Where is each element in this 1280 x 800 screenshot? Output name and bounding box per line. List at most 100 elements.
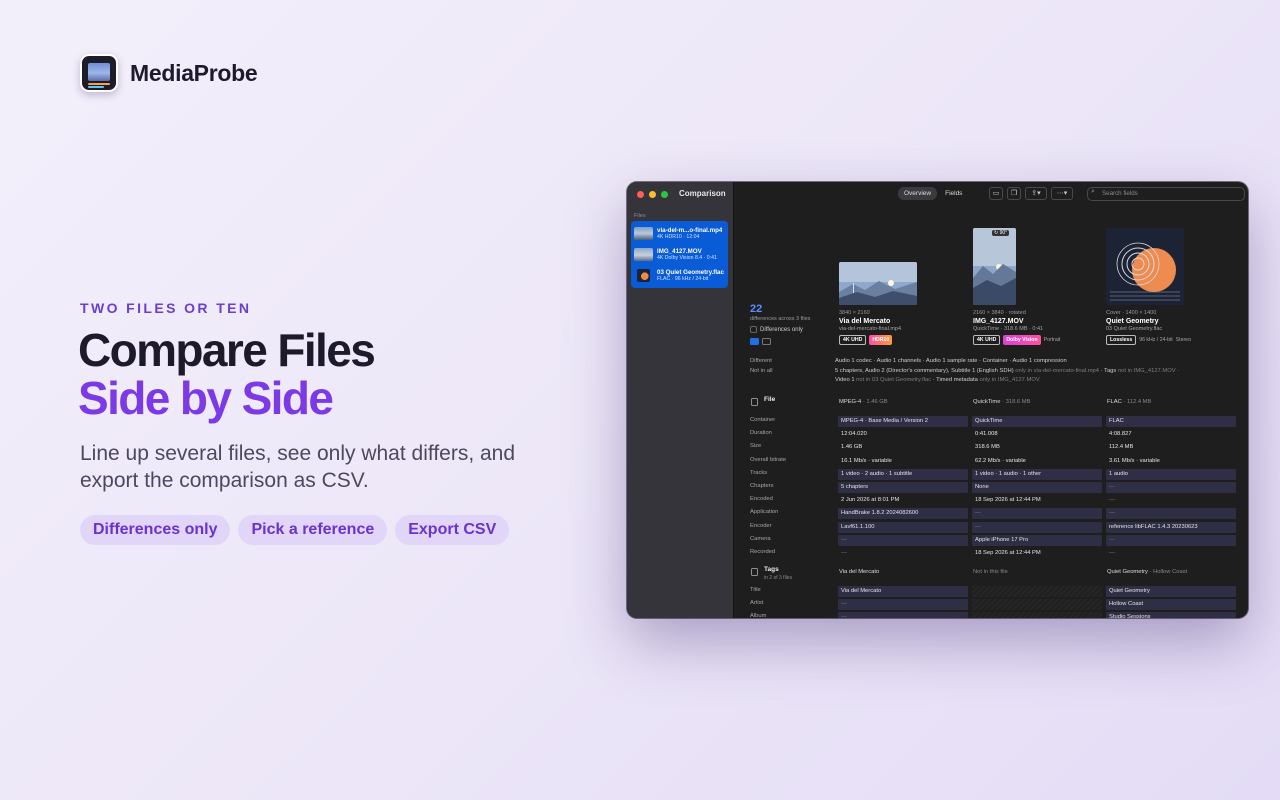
file-name: 03 Quiet Geometry.flac xyxy=(657,269,724,276)
row-value: Quiet Geometry xyxy=(1106,586,1236,597)
row-value: 5 chapters xyxy=(838,481,968,493)
column-dims: Cover · 1400 × 1400 xyxy=(1106,310,1157,316)
tab-overview[interactable]: Overview xyxy=(898,187,938,200)
row-label: Container xyxy=(750,417,776,423)
table-row: Album — Studio Sessions xyxy=(750,611,1236,618)
table-row: Duration 12:04.020 0:41.008 4:08.827 xyxy=(750,428,1234,441)
share-icon[interactable]: ⇪▾ xyxy=(1025,187,1047,200)
table-row: Application HandBrake 1.8.2 2024082600 — — xyxy=(750,507,1236,520)
section-col-1: MPEG-4 · 1.46 GB xyxy=(839,399,888,405)
close-button[interactable] xyxy=(637,191,644,198)
file-sub: 4K HDR10 · 12:04 xyxy=(657,234,700,240)
pill-differences-only: Differences only xyxy=(80,515,231,545)
tag-icon xyxy=(751,568,758,576)
file-sub: 4K Dolby Vision 8.4 · 0:41 xyxy=(657,255,717,261)
subcopy: Line up several files, see only what dif… xyxy=(80,442,516,492)
section-title: Tags xyxy=(764,566,779,573)
row-value: — xyxy=(1109,497,1115,504)
different-items: Audio 1 codec · Audio 1 channels · Audio… xyxy=(835,358,1067,364)
row-value: — xyxy=(838,534,968,546)
comparison-window: Comparison Files via-del-m...o-final.mp4… xyxy=(627,182,1248,618)
row-value: 18 Sep 2026 at 12:44 PM xyxy=(975,497,1041,504)
row-label: Encoder xyxy=(750,522,772,529)
row-label: Chapters xyxy=(750,482,774,489)
section-col-1: Via del Mercato xyxy=(839,569,880,575)
zoom-button[interactable] xyxy=(661,191,668,198)
table-row: Tracks 1 video · 2 audio · 1 subtitle 1 vi… xyxy=(750,468,1236,481)
table-row: Container MPEG-4 · Base Media / Version 2… xyxy=(750,415,1236,428)
copy-icon[interactable]: ❐ xyxy=(1007,187,1021,200)
tab-fields[interactable]: Fields xyxy=(939,187,968,200)
row-value: 1 audio xyxy=(1106,468,1236,480)
row-label: Tracks xyxy=(750,469,768,476)
minimize-button[interactable] xyxy=(649,191,656,198)
layout-toggle xyxy=(750,338,810,345)
row-label: Size xyxy=(750,443,762,450)
row-value xyxy=(972,586,1102,597)
column-subtitle: 03 Quiet Geometry.flac xyxy=(1106,326,1163,332)
thumb-landscape xyxy=(634,227,653,240)
badge-dolby-vision: Dolby Vision xyxy=(1003,335,1041,345)
column-3-meta: Cover · 1400 × 1400 Quiet Geometry 03 Qu… xyxy=(1106,310,1231,345)
row-value: 1 video · 1 audio · 1 other xyxy=(972,468,1102,480)
row-value: — xyxy=(1106,481,1236,493)
badge-sample-rate: 96 kHz / 24-bit xyxy=(1139,337,1173,343)
differences-only-toggle[interactable]: Differences only xyxy=(750,326,810,333)
section-col-3: FLAC · 112.4 MB xyxy=(1107,399,1152,405)
window-title: Comparison xyxy=(679,189,726,198)
badge-hdr10: HDR10 xyxy=(869,335,893,345)
row-value: — xyxy=(1109,549,1115,556)
section-col-2: QuickTime · 318.6 MB xyxy=(973,399,1031,405)
row-value: — xyxy=(1106,508,1236,520)
row-value: Hollow Coast xyxy=(1106,599,1236,611)
row-value: 3.61 Mb/s · variable xyxy=(1109,457,1160,464)
pill-export-csv: Export CSV xyxy=(395,515,510,545)
column-2-meta: 2160 × 3840 · rotated IMG_4127.MOV Quick… xyxy=(973,310,1098,345)
badge-4k: 4K UHD xyxy=(973,335,1001,345)
folder-icon[interactable]: ▭ xyxy=(989,187,1003,200)
differences-only-checkbox[interactable] xyxy=(750,326,757,333)
headline-line-2: Side by Side xyxy=(78,372,334,424)
main-content: Overview Fields ▭ ❐ ⇪▾ ⋯▾ Search fields … xyxy=(734,182,1248,618)
row-value: — xyxy=(1106,534,1236,546)
document-icon xyxy=(751,398,758,406)
column-dims: 3840 × 2160 xyxy=(839,310,870,316)
row-value: 1 video · 2 audio · 1 subtitle xyxy=(838,468,968,480)
brand-name: MediaProbe xyxy=(130,59,258,86)
row-value: 4:08.827 xyxy=(1109,431,1132,438)
more-icon[interactable]: ⋯▾ xyxy=(1051,187,1073,200)
row-label: Overall bitrate xyxy=(750,456,787,463)
search-input[interactable]: Search fields xyxy=(1087,187,1245,201)
row-value: 318.6 MB xyxy=(975,444,1000,451)
file-rows: Container MPEG-4 · Base Media / Version 2… xyxy=(750,415,1236,560)
row-label: Application xyxy=(750,509,779,516)
headline-line-1: Compare Files xyxy=(78,324,376,376)
table-row: Recorded — 18 Sep 2026 at 12:44 PM — xyxy=(750,547,1234,560)
column-title: IMG_4127.MOV xyxy=(973,318,1024,325)
columns-view-icon[interactable] xyxy=(750,338,759,345)
file-item-mov[interactable]: IMG_4127.MOV 4K Dolby Vision 8.4 · 0:41 xyxy=(631,244,728,265)
row-value: HandBrake 1.8.2 2024082600 xyxy=(838,508,968,520)
row-value: 12:04.020 xyxy=(841,431,867,438)
file-sub: FLAC · 96 kHz / 24-bit xyxy=(657,276,709,282)
row-value: Lavf61.1.100 xyxy=(838,521,968,533)
toolbar: Overview Fields ▭ ❐ ⇪▾ ⋯▾ Search fields … xyxy=(734,182,1248,206)
file-item-flac[interactable]: 03 Quiet Geometry.flac FLAC · 96 kHz / 2… xyxy=(631,265,728,286)
search-icon: ⌕ xyxy=(1091,188,1095,195)
column-subtitle: via-del-mercato-final.mp4 xyxy=(839,326,902,332)
headline: Compare Files Side by Side xyxy=(78,324,376,424)
different-label: Different xyxy=(750,358,772,364)
table-row: Artist — Hollow Coast xyxy=(750,598,1236,611)
rows-view-icon[interactable] xyxy=(762,338,771,345)
row-value xyxy=(972,612,1102,618)
thumb-portrait xyxy=(634,248,653,261)
row-value xyxy=(972,599,1102,611)
feature-pills: Differences only Pick a reference Export… xyxy=(80,515,510,545)
row-value: FLAC xyxy=(1106,416,1236,427)
window-controls xyxy=(637,191,668,198)
row-value: Apple iPhone 17 Pro xyxy=(972,534,1102,546)
file-item-video[interactable]: via-del-m...o-final.mp4 4K HDR10 · 12:04 xyxy=(631,223,728,244)
toolbar-icons: ▭ ❐ ⇪▾ ⋯▾ xyxy=(989,187,1073,200)
view-segmented-control: Overview Fields xyxy=(898,187,968,200)
row-value: 1.46 GB xyxy=(841,444,863,451)
